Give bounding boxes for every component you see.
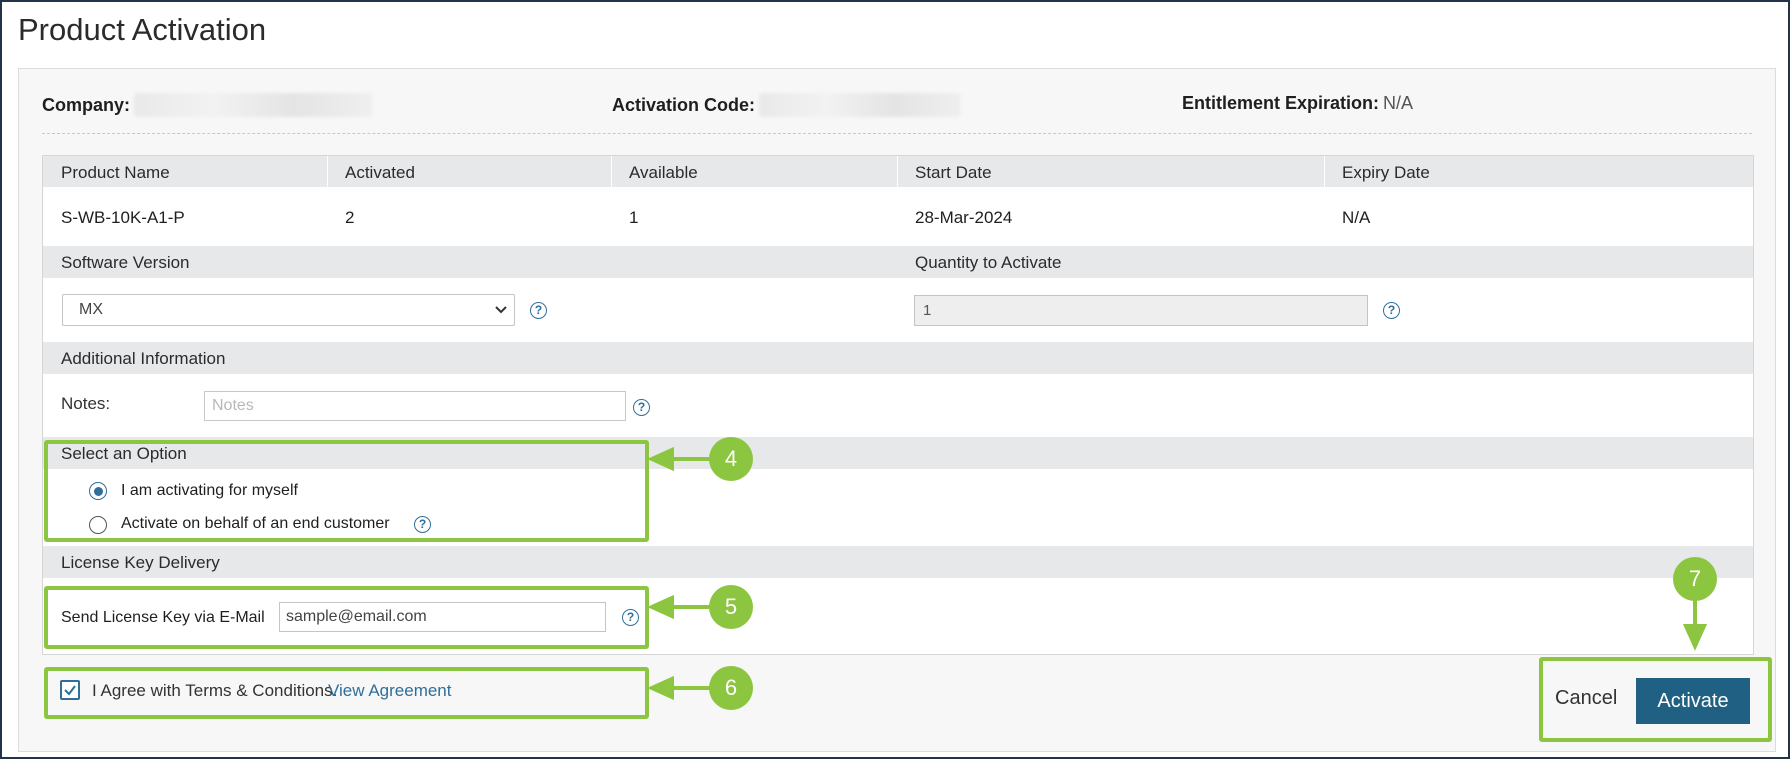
callout-badge-7: 7 [1673, 557, 1717, 601]
callout-arrows [647, 446, 1708, 701]
callout-badge-6: 6 [709, 666, 753, 710]
callout-badge-4: 4 [709, 437, 753, 481]
callout-badge-5: 5 [709, 585, 753, 629]
